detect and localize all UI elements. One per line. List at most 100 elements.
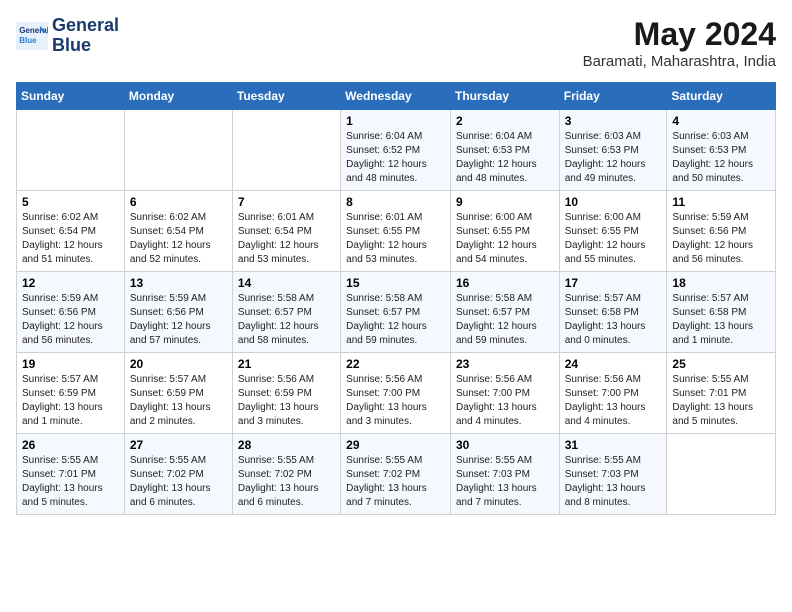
calendar-cell: 16Sunrise: 5:58 AM Sunset: 6:57 PM Dayli… (450, 272, 559, 353)
day-info: Sunrise: 5:56 AM Sunset: 6:59 PM Dayligh… (238, 373, 335, 429)
calendar-cell: 25Sunrise: 5:55 AM Sunset: 7:01 PM Dayli… (667, 353, 776, 434)
day-number: 20 (130, 357, 227, 371)
day-info: Sunrise: 5:58 AM Sunset: 6:57 PM Dayligh… (238, 292, 335, 348)
day-number: 17 (565, 276, 662, 290)
calendar-cell: 19 Sunrise: 5:57 AM Sunset: 6:59 PM Dayli… (17, 353, 125, 434)
calendar-cell: 13Sunrise: 5:59 AM Sunset: 6:56 PM Dayli… (124, 272, 232, 353)
day-info: Sunrise: 6:02 AM Sunset: 6:54 PM Dayligh… (22, 211, 119, 267)
calendar-cell: 15Sunrise: 5:58 AM Sunset: 6:57 PM Dayli… (341, 272, 451, 353)
day-number: 2 (456, 114, 554, 128)
calendar-cell: 8Sunrise: 6:01 AM Sunset: 6:55 PM Daylig… (341, 191, 451, 272)
day-number: 30 (456, 438, 554, 452)
calendar-cell: 20 Sunrise: 5:57 AM Sunset: 6:59 PM Dayli… (124, 353, 232, 434)
day-info: Sunrise: 6:01 AM Sunset: 6:54 PM Dayligh… (238, 211, 335, 267)
day-number: 12 (22, 276, 119, 290)
calendar-cell: 7 Sunrise: 6:01 AM Sunset: 6:54 PM Daylig… (232, 191, 340, 272)
title-block: May 2024 Baramati, Maharashtra, India (583, 16, 776, 70)
day-number: 4 (672, 114, 770, 128)
day-info: Sunrise: 5:56 AM Sunset: 7:00 PM Dayligh… (346, 373, 445, 429)
day-info: Sunrise: 5:55 AM Sunset: 7:02 PM Dayligh… (346, 454, 445, 510)
calendar-cell: 23Sunrise: 5:56 AM Sunset: 7:00 PM Dayli… (450, 353, 559, 434)
weekday-header: Friday (559, 83, 667, 110)
day-info: Sunrise: 5:58 AM Sunset: 6:57 PM Dayligh… (346, 292, 445, 348)
calendar-cell: 26 Sunrise: 5:55 AM Sunset: 7:01 PM Dayli… (17, 434, 125, 515)
weekday-header: Wednesday (341, 83, 451, 110)
day-info: Sunrise: 5:57 AM Sunset: 6:59 PM Dayligh… (22, 373, 119, 429)
day-number: 27 (130, 438, 227, 452)
day-info: Sunrise: 6:02 AM Sunset: 6:54 PM Dayligh… (130, 211, 227, 267)
day-info: Sunrise: 5:59 AM Sunset: 6:56 PM Dayligh… (130, 292, 227, 348)
day-number: 16 (456, 276, 554, 290)
day-info: Sunrise: 5:57 AM Sunset: 6:59 PM Dayligh… (130, 373, 227, 429)
day-info: Sunrise: 6:03 AM Sunset: 6:53 PM Dayligh… (672, 130, 770, 186)
day-info: Sunrise: 5:55 AM Sunset: 7:03 PM Dayligh… (565, 454, 662, 510)
calendar-cell: 30 Sunrise: 5:55 AM Sunset: 7:03 PM Dayli… (450, 434, 559, 515)
calendar-cell: 31Sunrise: 5:55 AM Sunset: 7:03 PM Dayli… (559, 434, 667, 515)
calendar-week-row: 1 Sunrise: 6:04 AM Sunset: 6:52 PM Daylig… (17, 110, 776, 191)
day-info: Sunrise: 5:57 AM Sunset: 6:58 PM Dayligh… (672, 292, 770, 348)
calendar-cell: 11Sunrise: 5:59 AM Sunset: 6:56 PM Dayli… (667, 191, 776, 272)
logo-text: General Blue (52, 16, 119, 56)
day-info: Sunrise: 6:00 AM Sunset: 6:55 PM Dayligh… (565, 211, 662, 267)
weekday-header-row: SundayMondayTuesdayWednesdayThursdayFrid… (17, 83, 776, 110)
day-number: 26 (22, 438, 119, 452)
calendar-cell: 10 Sunrise: 6:00 AM Sunset: 6:55 PM Dayli… (559, 191, 667, 272)
day-number: 10 (565, 195, 662, 209)
day-number: 5 (22, 195, 119, 209)
weekday-header: Saturday (667, 83, 776, 110)
day-number: 28 (238, 438, 335, 452)
calendar-cell: 24 Sunrise: 5:56 AM Sunset: 7:00 PM Dayli… (559, 353, 667, 434)
calendar-cell: 17 Sunrise: 5:57 AM Sunset: 6:58 PM Dayli… (559, 272, 667, 353)
month-title: May 2024 (583, 16, 776, 53)
location: Baramati, Maharashtra, India (583, 53, 776, 70)
day-info: Sunrise: 5:55 AM Sunset: 7:02 PM Dayligh… (130, 454, 227, 510)
day-number: 1 (346, 114, 445, 128)
calendar-cell: 1 Sunrise: 6:04 AM Sunset: 6:52 PM Daylig… (341, 110, 451, 191)
calendar-cell: 28 Sunrise: 5:55 AM Sunset: 7:02 PM Dayli… (232, 434, 340, 515)
weekday-header: Sunday (17, 83, 125, 110)
day-number: 24 (565, 357, 662, 371)
day-info: Sunrise: 5:55 AM Sunset: 7:02 PM Dayligh… (238, 454, 335, 510)
calendar-cell (232, 110, 340, 191)
day-info: Sunrise: 6:04 AM Sunset: 6:53 PM Dayligh… (456, 130, 554, 186)
day-info: Sunrise: 6:04 AM Sunset: 6:52 PM Dayligh… (346, 130, 445, 186)
day-info: Sunrise: 5:55 AM Sunset: 7:01 PM Dayligh… (22, 454, 119, 510)
weekday-header: Thursday (450, 83, 559, 110)
calendar-cell (667, 434, 776, 515)
calendar-cell: 14 Sunrise: 5:58 AM Sunset: 6:57 PM Dayli… (232, 272, 340, 353)
calendar-week-row: 19 Sunrise: 5:57 AM Sunset: 6:59 PM Dayli… (17, 353, 776, 434)
day-number: 14 (238, 276, 335, 290)
weekday-header: Monday (124, 83, 232, 110)
calendar-cell: 2 Sunrise: 6:04 AM Sunset: 6:53 PM Daylig… (450, 110, 559, 191)
page-header: General Blue General Blue May 2024 Baram… (16, 16, 776, 70)
day-info: Sunrise: 6:01 AM Sunset: 6:55 PM Dayligh… (346, 211, 445, 267)
day-number: 22 (346, 357, 445, 371)
svg-text:Blue: Blue (19, 36, 37, 45)
day-info: Sunrise: 5:59 AM Sunset: 6:56 PM Dayligh… (672, 211, 770, 267)
calendar-cell: 21 Sunrise: 5:56 AM Sunset: 6:59 PM Dayli… (232, 353, 340, 434)
day-number: 23 (456, 357, 554, 371)
calendar-cell: 27 Sunrise: 5:55 AM Sunset: 7:02 PM Dayli… (124, 434, 232, 515)
day-info: Sunrise: 5:55 AM Sunset: 7:03 PM Dayligh… (456, 454, 554, 510)
weekday-header: Tuesday (232, 83, 340, 110)
day-number: 29 (346, 438, 445, 452)
day-info: Sunrise: 5:56 AM Sunset: 7:00 PM Dayligh… (565, 373, 662, 429)
day-info: Sunrise: 5:59 AM Sunset: 6:56 PM Dayligh… (22, 292, 119, 348)
day-number: 7 (238, 195, 335, 209)
calendar-table: SundayMondayTuesdayWednesdayThursdayFrid… (16, 82, 776, 515)
calendar-week-row: 12 Sunrise: 5:59 AM Sunset: 6:56 PM Dayli… (17, 272, 776, 353)
calendar-cell: 22 Sunrise: 5:56 AM Sunset: 7:00 PM Dayli… (341, 353, 451, 434)
calendar-cell: 3 Sunrise: 6:03 AM Sunset: 6:53 PM Daylig… (559, 110, 667, 191)
day-info: Sunrise: 6:03 AM Sunset: 6:53 PM Dayligh… (565, 130, 662, 186)
calendar-cell (124, 110, 232, 191)
calendar-cell: 29 Sunrise: 5:55 AM Sunset: 7:02 PM Dayli… (341, 434, 451, 515)
day-number: 21 (238, 357, 335, 371)
logo: General Blue General Blue (16, 16, 119, 56)
day-info: Sunrise: 5:57 AM Sunset: 6:58 PM Dayligh… (565, 292, 662, 348)
day-number: 19 (22, 357, 119, 371)
day-info: Sunrise: 6:00 AM Sunset: 6:55 PM Dayligh… (456, 211, 554, 267)
calendar-cell (17, 110, 125, 191)
calendar-week-row: 26 Sunrise: 5:55 AM Sunset: 7:01 PM Dayli… (17, 434, 776, 515)
day-number: 3 (565, 114, 662, 128)
calendar-cell: 9Sunrise: 6:00 AM Sunset: 6:55 PM Daylig… (450, 191, 559, 272)
